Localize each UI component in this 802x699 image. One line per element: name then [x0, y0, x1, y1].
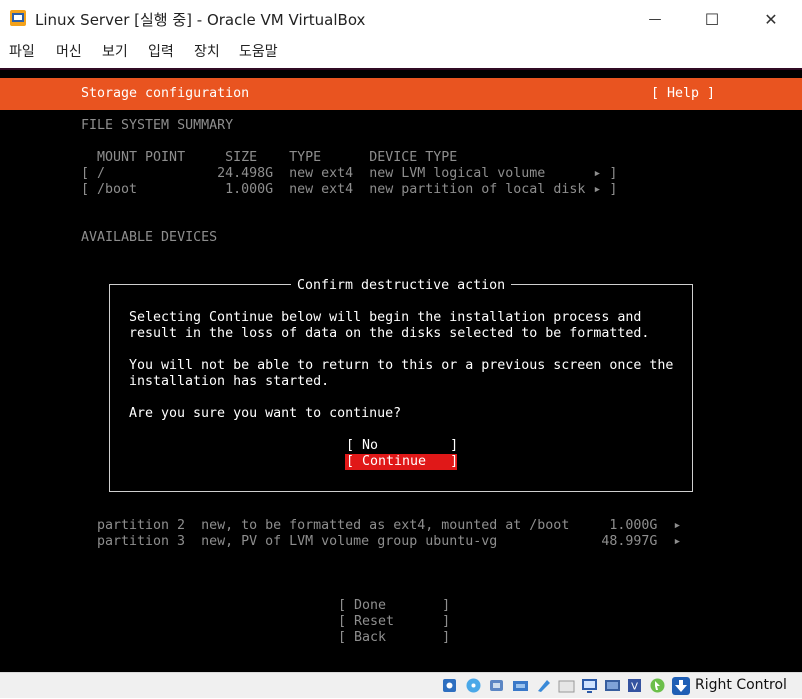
no-button[interactable]: [ No ] — [346, 438, 458, 454]
continue-button[interactable]: [ Continue ] — [346, 454, 458, 470]
menu-machine[interactable]: 머신 — [56, 41, 82, 61]
fs-table-header: MOUNT POINT SIZE TYPE DEVICE TYPE — [81, 150, 458, 165]
fs-table-row[interactable]: [ /boot 1.000G new ext4 new partition of… — [81, 182, 617, 198]
minimize-icon: — — [648, 11, 662, 27]
usb-icon[interactable] — [535, 677, 552, 694]
dialog-question: Are you sure you want to continue? — [129, 406, 402, 421]
down-arrow-icon — [675, 680, 687, 692]
virtualbox-icon — [10, 10, 26, 26]
fs-summary-heading: FILE SYSTEM SUMMARY — [81, 118, 234, 133]
disk-icon[interactable] — [441, 677, 458, 694]
network-icon[interactable] — [512, 677, 529, 694]
cpu-icon[interactable]: V — [626, 677, 643, 694]
mouse-integration-icon[interactable] — [649, 677, 666, 694]
dialog-text: result in the loss of data on the disks … — [129, 326, 650, 341]
minimize-button[interactable]: — — [632, 0, 678, 38]
installer-header-title: Storage configuration — [81, 86, 250, 101]
done-button[interactable]: [ Done ] — [338, 598, 450, 614]
dialog-text: installation has started. — [129, 374, 330, 389]
menu-view[interactable]: 보기 — [102, 41, 128, 61]
dialog-text: Selecting Continue below will begin the … — [129, 310, 642, 325]
host-key-label: Right Control — [695, 677, 787, 693]
close-button[interactable]: ✕ — [748, 0, 794, 38]
maximize-button[interactable]: ☐ — [689, 0, 735, 38]
maximize-icon: ☐ — [704, 9, 720, 29]
menu-devices[interactable]: 장치 — [194, 41, 220, 61]
close-icon: ✕ — [764, 9, 778, 29]
dialog-text: You will not be able to return to this o… — [129, 358, 674, 373]
back-button[interactable]: [ Back ] — [338, 630, 450, 646]
recording-icon[interactable] — [604, 677, 621, 694]
dialog-title: Confirm destructive action — [291, 278, 512, 294]
partition-row[interactable]: partition 2 new, to be formatted as ext4… — [97, 518, 681, 534]
audio-icon[interactable] — [488, 677, 505, 694]
optical-icon[interactable] — [465, 677, 482, 694]
window-title: Linux Server [실행 중] - Oracle VM VirtualB… — [35, 11, 366, 29]
menu-help[interactable]: 도움말 — [239, 41, 278, 61]
keyboard-icon[interactable] — [672, 677, 690, 695]
svg-text:V: V — [631, 682, 638, 693]
display-icon[interactable] — [581, 677, 598, 694]
menu-input[interactable]: 입력 — [148, 41, 174, 61]
help-button[interactable]: [ Help ] — [651, 86, 715, 102]
available-devices-heading: AVAILABLE DEVICES — [81, 230, 218, 245]
reset-button[interactable]: [ Reset ] — [338, 614, 450, 630]
menu-file[interactable]: 파일 — [9, 41, 35, 61]
fs-table-row[interactable]: [ / 24.498G new ext4 new LVM logical vol… — [81, 166, 617, 182]
partition-row[interactable]: partition 3 new, PV of LVM volume group … — [97, 534, 681, 550]
shared-folder-icon[interactable] — [558, 677, 575, 694]
